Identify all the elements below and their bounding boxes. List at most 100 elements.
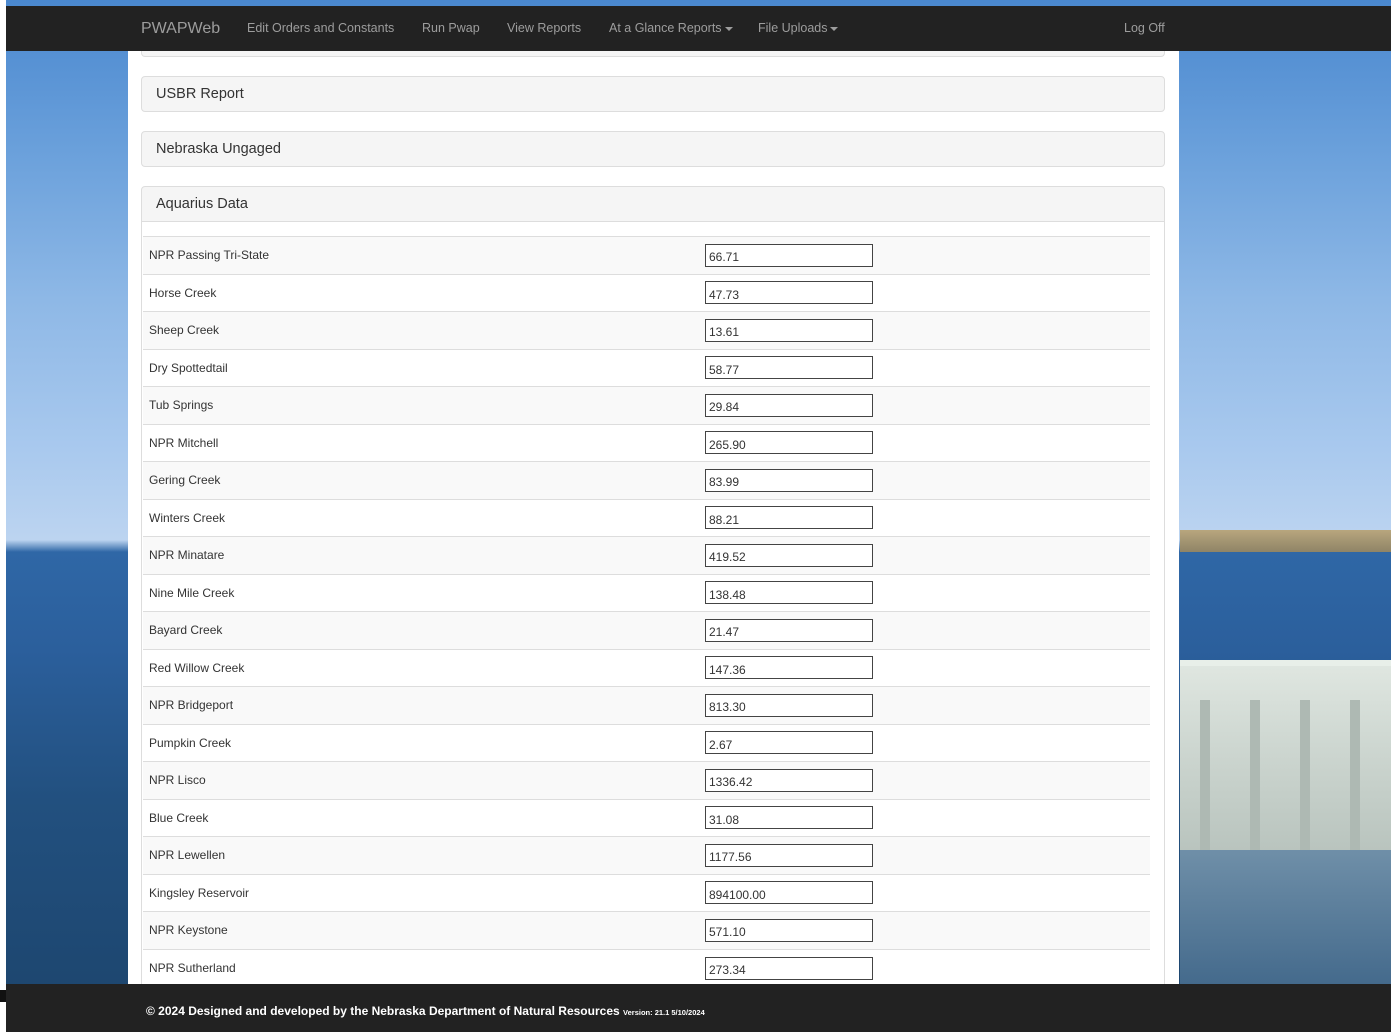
table-row: Horse Creek [143, 274, 1150, 312]
footer-version: Version: 21.1 5/10/2024 [623, 1008, 705, 1017]
row-label: Winters Creek [149, 510, 226, 525]
row-label: NPR Lisco [149, 773, 206, 788]
row-label: NPR Bridgeport [149, 698, 234, 713]
table-row: Tub Springs [143, 386, 1150, 425]
panel-nebraska-ungaged[interactable]: Nebraska Ungaged [141, 131, 1165, 167]
value-input[interactable] [705, 318, 873, 342]
row-label: Sheep Creek [149, 323, 220, 338]
caret-down-icon [724, 26, 733, 31]
table-row: NPR Minatare [143, 536, 1150, 575]
row-value-cell [705, 237, 1150, 275]
row-value-cell [705, 462, 1150, 500]
row-value-cell [705, 724, 1150, 762]
row-label: Nine Mile Creek [149, 585, 235, 600]
row-value-cell [705, 349, 1150, 387]
brand-link[interactable]: PWAPWeb [141, 20, 220, 38]
top-navbar: PWAPWeb Edit Orders and Constants Run Pw… [6, 6, 1391, 51]
value-input[interactable] [705, 581, 873, 605]
row-label: Blue Creek [149, 810, 209, 825]
value-input[interactable] [705, 843, 873, 867]
nav-edit-orders[interactable]: Edit Orders and Constants [247, 21, 394, 35]
panel-usbr-report[interactable]: USBR Report [141, 76, 1165, 112]
row-label: Dry Spottedtail [149, 360, 228, 375]
row-label: Horse Creek [149, 285, 217, 300]
row-label: NPR Passing Tri-State [149, 248, 270, 263]
row-value-cell [705, 837, 1150, 875]
footer: © 2024 Designed and developed by the Neb… [6, 984, 1391, 1032]
value-input[interactable] [705, 806, 873, 830]
logoff-link[interactable]: Log Off [1124, 21, 1165, 35]
table-row: Dry Spottedtail [143, 349, 1150, 387]
table-row: Sheep Creek [143, 311, 1150, 350]
table-row: Red Willow Creek [143, 649, 1150, 687]
row-value-cell [705, 649, 1150, 687]
nav-run-pwap[interactable]: Run Pwap [422, 21, 480, 35]
nav-file-uploads-label: File Uploads [758, 21, 828, 35]
row-value-cell [705, 424, 1150, 462]
nav-file-uploads-dropdown[interactable]: File Uploads [758, 21, 839, 35]
row-label: Bayard Creek [149, 623, 223, 638]
value-input[interactable] [705, 881, 873, 905]
row-value-cell [705, 537, 1150, 575]
row-value-cell [705, 762, 1150, 800]
row-value-cell [705, 874, 1150, 912]
background-dam-water [1180, 850, 1391, 985]
row-label: Red Willow Creek [149, 660, 245, 675]
value-input[interactable] [705, 693, 873, 717]
row-value-cell [705, 274, 1150, 312]
background-dam [1180, 660, 1391, 850]
main-content: USBR Report Nebraska Ungaged Aquarius Da… [128, 51, 1179, 984]
value-input[interactable] [705, 618, 873, 642]
table-row: Nine Mile Creek [143, 574, 1150, 612]
value-input[interactable] [705, 956, 873, 980]
value-input[interactable] [705, 356, 873, 380]
table-row: Gering Creek [143, 461, 1150, 500]
row-label: NPR Lewellen [149, 848, 226, 863]
value-input[interactable] [705, 768, 873, 792]
row-label: Tub Springs [149, 398, 214, 413]
value-input[interactable] [705, 431, 873, 455]
row-value-cell [705, 387, 1150, 425]
table-row: Winters Creek [143, 499, 1150, 537]
footer-copyright-text: © 2024 Designed and developed by the Neb… [146, 1004, 620, 1018]
row-value-cell [705, 799, 1150, 837]
table-row: NPR Keystone [143, 911, 1150, 949]
aquarius-data-table: NPR Passing Tri-State Horse Creek Sheep Cr… [143, 236, 1150, 984]
background-shoreline [1180, 530, 1391, 552]
nav-view-reports[interactable]: View Reports [507, 21, 581, 35]
value-input[interactable] [705, 281, 873, 305]
value-input[interactable] [705, 393, 873, 417]
value-input[interactable] [705, 918, 873, 942]
caret-down-icon [830, 26, 839, 31]
table-row: NPR Lisco [143, 761, 1150, 800]
row-value-cell [705, 499, 1150, 537]
row-label: Gering Creek [149, 473, 221, 488]
row-label: Pumpkin Creek [149, 735, 232, 750]
row-label: Kingsley Reservoir [149, 885, 250, 900]
value-input[interactable] [705, 543, 873, 567]
value-input[interactable] [705, 731, 873, 755]
table-row: Kingsley Reservoir [143, 874, 1150, 912]
table-row: NPR Passing Tri-State [143, 236, 1150, 275]
nav-at-a-glance-dropdown[interactable]: At a Glance Reports [609, 21, 733, 35]
table-row: Bayard Creek [143, 611, 1150, 650]
nav-at-a-glance-label: At a Glance Reports [609, 21, 722, 35]
table-row: Blue Creek [143, 799, 1150, 837]
table-row: NPR Bridgeport [143, 686, 1150, 725]
value-input[interactable] [705, 468, 873, 492]
value-input[interactable] [705, 656, 873, 680]
row-value-cell [705, 312, 1150, 350]
table-row: Pumpkin Creek [143, 724, 1150, 762]
row-value-cell [705, 612, 1150, 650]
panel-aquarius-data[interactable]: Aquarius Data [141, 186, 1165, 222]
value-input[interactable] [705, 243, 873, 267]
row-value-cell [705, 574, 1150, 612]
row-label: NPR Mitchell [149, 435, 219, 450]
table-row: NPR Mitchell [143, 424, 1150, 462]
row-label: NPR Keystone [149, 923, 228, 938]
row-value-cell [705, 687, 1150, 725]
table-row: NPR Sutherland [143, 949, 1150, 984]
row-label: NPR Minatare [149, 548, 225, 563]
value-input[interactable] [705, 506, 873, 530]
table-row: NPR Lewellen [143, 836, 1150, 875]
